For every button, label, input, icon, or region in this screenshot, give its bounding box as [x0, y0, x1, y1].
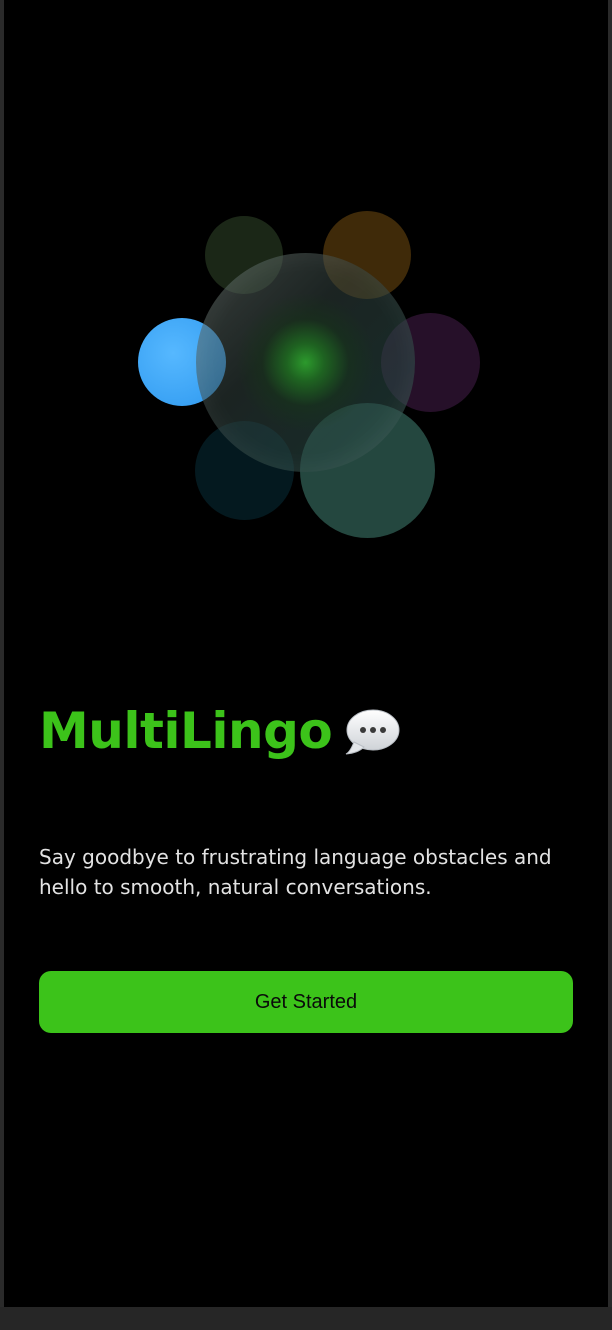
get-started-button[interactable]: Get Started [39, 971, 573, 1033]
hero-orb-illustration [4, 0, 608, 620]
brand-header: MultiLingo [39, 700, 400, 762]
bottom-bar [0, 1307, 612, 1330]
tagline: Say goodbye to frustrating language obst… [39, 845, 552, 899]
orb-glass-center [196, 253, 415, 472]
chat-bubble-icon [344, 708, 400, 756]
app-title: MultiLingo [39, 702, 333, 760]
screen: MultiLingo Say goodbye to frustrating la… [4, 0, 608, 1307]
